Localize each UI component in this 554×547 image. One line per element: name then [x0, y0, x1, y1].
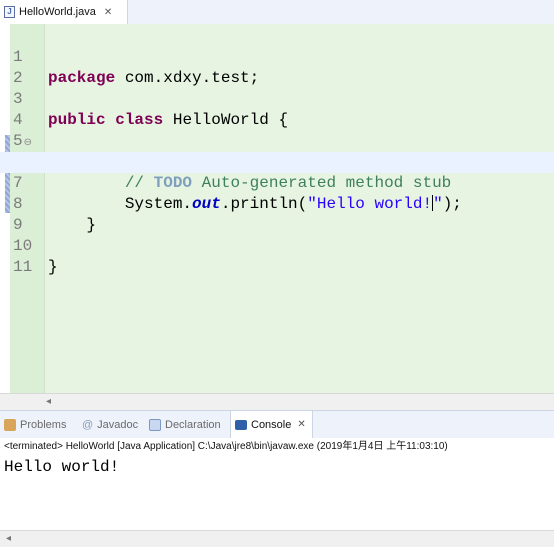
tab-declaration-label: Declaration [165, 418, 221, 431]
tab-problems[interactable]: Problems [4, 411, 66, 438]
at-icon: @ [82, 418, 94, 431]
code-line[interactable]: 8 } [0, 173, 554, 234]
code-line[interactable]: 3 public class HelloWorld { [0, 68, 554, 129]
tab-console-label: Console [251, 418, 292, 431]
line-number: 11 [13, 258, 33, 276]
editor-horizontal-scrollbar[interactable]: ◂ [0, 393, 554, 410]
problems-icon [4, 418, 16, 431]
code-line[interactable]: 10 } [0, 215, 554, 276]
code-line[interactable]: 5⊖ public static void main(String[] args… [0, 110, 554, 171]
code-line[interactable]: 2 [0, 47, 554, 87]
views-tab-bar: Problems @ Javadoc Declaration Console ✕ [0, 410, 554, 438]
editor-tab-bar: J HelloWorld.java ✕ [0, 0, 554, 25]
console-horizontal-scrollbar[interactable]: ◂ [0, 530, 554, 547]
editor-tab-label: HelloWorld.java [19, 6, 96, 18]
tab-javadoc[interactable]: @ Javadoc [82, 411, 138, 438]
code-text: } [48, 258, 58, 276]
code-line[interactable]: 6 // TODO Auto-generated method stub [0, 131, 554, 192]
java-file-icon: J [4, 6, 15, 18]
code-line[interactable]: 9 [0, 194, 554, 234]
code-line[interactable]: 11 [0, 236, 554, 276]
code-line-current[interactable]: 7 System.out.println("Hello world!"); [0, 152, 554, 213]
scroll-left-icon[interactable]: ◂ [46, 396, 51, 407]
console-icon [235, 419, 247, 430]
tab-problems-label: Problems [20, 418, 67, 431]
console-output[interactable]: Hello world! [4, 458, 119, 476]
close-icon[interactable]: ✕ [104, 7, 112, 18]
console-description: <terminated> HelloWorld [Java Applicatio… [4, 441, 448, 452]
code-line[interactable]: 4 [0, 89, 554, 129]
code-editor[interactable]: 1 package com.xdxy.test; 2 3 public clas… [0, 24, 554, 394]
tab-javadoc-label: Javadoc [97, 418, 139, 431]
editor-tab-helloworld[interactable]: J HelloWorld.java ✕ [0, 0, 128, 24]
scroll-left-icon[interactable]: ◂ [6, 533, 11, 544]
close-icon[interactable]: ✕ [297, 419, 305, 430]
code-line[interactable]: 1 package com.xdxy.test; [0, 26, 554, 87]
tab-console[interactable]: Console ✕ [230, 411, 313, 438]
declaration-icon [149, 418, 161, 431]
tab-declaration[interactable]: Declaration [149, 411, 221, 438]
